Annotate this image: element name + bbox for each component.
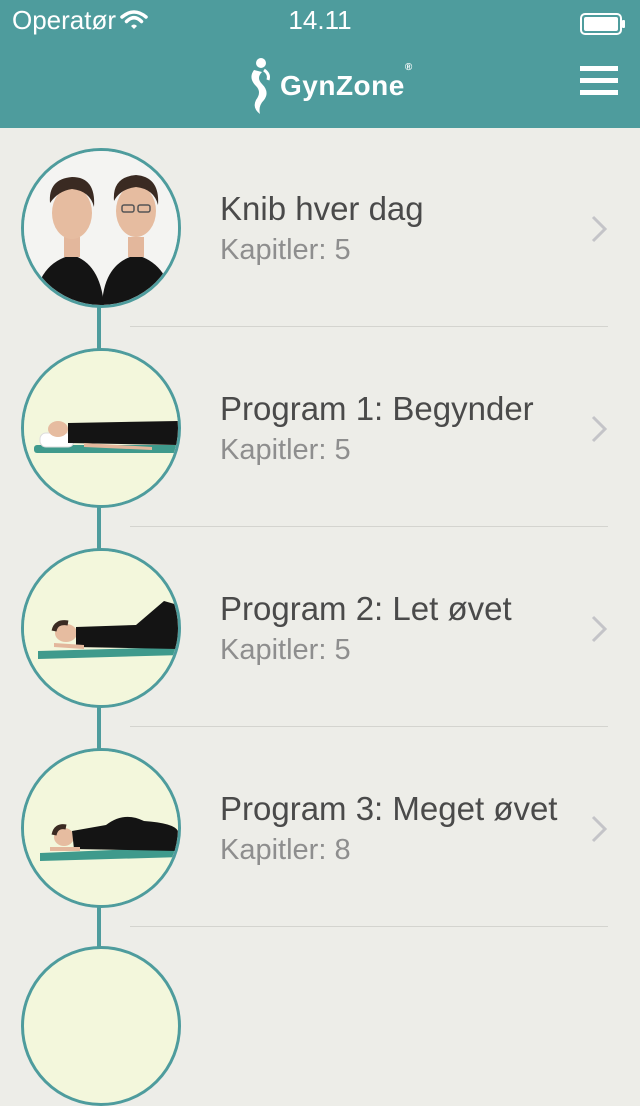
program-title: Knib hver dag: [220, 190, 424, 227]
program-thumbnail-photo: [21, 148, 181, 308]
program-row-program-3[interactable]: Program 3: Meget øvet Kapitler: 8: [0, 728, 640, 928]
chevron-right-icon: [591, 415, 608, 443]
program-chapters: Kapitler: 8: [220, 834, 351, 866]
program-thumbnail-partial[interactable]: [21, 946, 181, 1106]
navigation-bar: GynZone®: [0, 40, 640, 128]
menu-line: [580, 66, 618, 71]
status-bar: Operatør 14.11: [0, 0, 640, 40]
program-title: Program 1: Begynder: [220, 390, 534, 427]
program-title: Program 2: Let øvet: [220, 590, 512, 627]
menu-line: [580, 90, 618, 95]
clock: 14.11: [288, 5, 352, 35]
program-row-program-1[interactable]: Program 1: Begynder Kapitler: 5: [0, 328, 640, 528]
battery-icon: [580, 11, 625, 35]
row-divider: [130, 526, 608, 527]
program-chapters: Kapitler: 5: [220, 634, 351, 666]
chevron-right-icon: [591, 615, 608, 643]
program-row-program-2[interactable]: Program 2: Let øvet Kapitler: 5: [0, 528, 640, 728]
row-divider: [130, 926, 608, 927]
chevron-right-icon: [591, 215, 608, 243]
row-divider: [130, 326, 608, 327]
program-thumbnail-photo: [21, 348, 181, 508]
program-row-knib-hver-dag[interactable]: Knib hver dag Kapitler: 5: [0, 128, 640, 328]
program-thumbnail-photo: [21, 748, 181, 908]
menu-line: [580, 78, 618, 83]
gynzone-logo: GynZone®: [246, 54, 413, 118]
chevron-right-icon: [591, 815, 608, 843]
program-chapters: Kapitler: 5: [220, 234, 351, 266]
program-list: Knib hver dag Kapitler: 5 Program 1: Beg…: [0, 128, 640, 1106]
program-thumbnail-photo: [21, 548, 181, 708]
app-header: Operatør 14.11 GynZone®: [0, 0, 640, 128]
program-title: Program 3: Meget øvet: [220, 790, 558, 827]
row-divider: [130, 726, 608, 727]
hamburger-menu-button[interactable]: [580, 66, 618, 100]
logo-figure-icon: [251, 58, 270, 114]
logo-text: GynZone®: [280, 62, 413, 101]
program-chapters: Kapitler: 5: [220, 434, 351, 466]
